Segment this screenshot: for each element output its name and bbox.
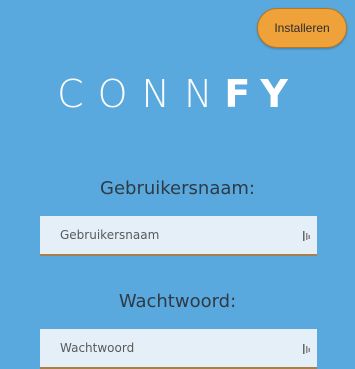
username-label: Gebruikersnaam:	[100, 178, 255, 199]
logo-text-bold: FY	[224, 72, 298, 116]
password-field-wrapper	[40, 329, 317, 369]
autofill-icon[interactable]	[303, 230, 311, 242]
autofill-icon[interactable]	[303, 343, 311, 355]
username-input[interactable]	[58, 227, 292, 243]
password-label: Wachtwoord:	[118, 291, 237, 312]
username-field-wrapper	[40, 216, 317, 256]
install-button[interactable]: Installeren	[257, 8, 347, 48]
password-input[interactable]	[58, 340, 292, 356]
logo-text-light: CONN	[57, 72, 227, 116]
app-logo: CONNFY	[0, 64, 355, 124]
